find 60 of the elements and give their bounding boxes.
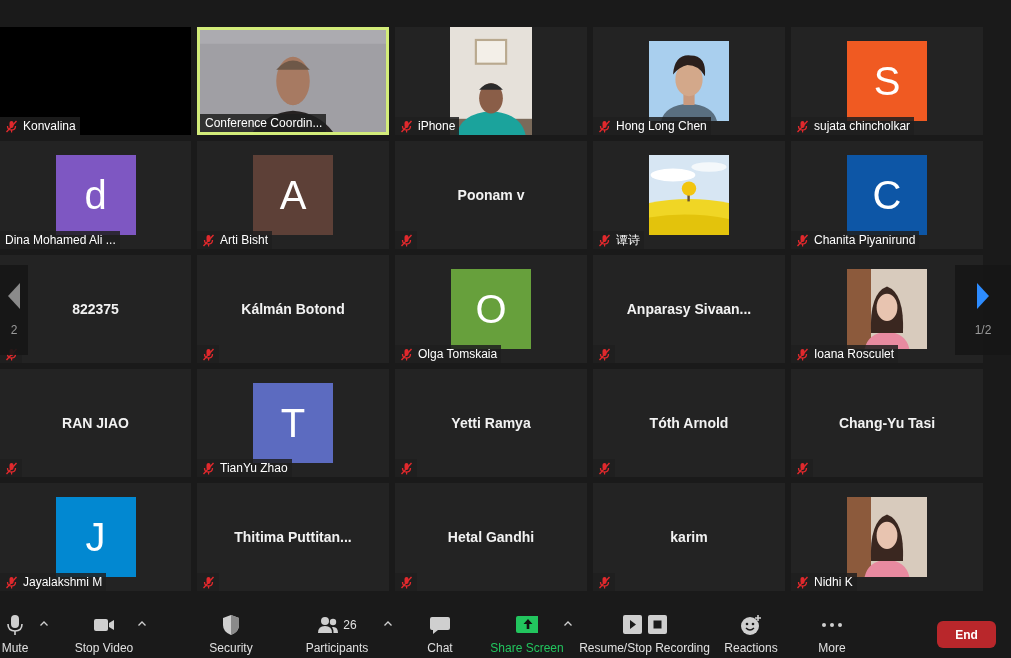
participant-name: Anparasy Sivaan...	[626, 301, 752, 317]
participant-count: 26	[343, 618, 357, 632]
participant-name: Ioana Rosculet	[814, 347, 895, 361]
caret-icon	[40, 620, 48, 626]
avatar-letter: A	[253, 155, 333, 235]
page-next-button[interactable]: 1/2	[955, 265, 1011, 355]
participant-name: RAN JIAO	[62, 415, 129, 431]
up-arrow-icon	[516, 614, 538, 636]
avatar-letter: C	[847, 155, 927, 235]
participant-name: Olga Tomskaia	[418, 347, 498, 361]
participant-name: Arti Bisht	[220, 233, 268, 247]
toolbar-button[interactable]: 26 Participants	[304, 600, 370, 656]
participant-name: Nidhi K	[814, 575, 853, 589]
speech-bubble-icon	[429, 614, 451, 636]
toolbar-button[interactable]: Share Screen	[492, 600, 562, 656]
shield-icon	[220, 614, 242, 636]
smiley-icon	[740, 614, 762, 636]
toolbar-button[interactable]: Resume/Stop Recording	[580, 600, 709, 656]
microphone-icon	[4, 614, 26, 636]
toolbar-button[interactable]: Chat	[421, 600, 459, 656]
participant-name: Jayalakshmi M	[23, 575, 103, 589]
participant-name: iPhone	[418, 119, 456, 133]
participant-name: Hetal Gandhi	[447, 529, 535, 545]
participant-name: Kálmán Botond	[241, 301, 345, 317]
caret-icon	[138, 620, 146, 626]
people-icon	[317, 614, 340, 636]
participant-name: Yetti Ramya	[451, 415, 531, 431]
participant-name: Konvalina	[23, 119, 76, 133]
play-stop-icon	[622, 614, 667, 636]
caret-icon	[384, 620, 392, 626]
participant-name: Dina Mohamed Ali ...	[5, 233, 116, 247]
end-button[interactable]: End	[937, 621, 996, 648]
participant-name: Chang-Yu Tasi	[838, 415, 936, 431]
participant-name: Poonam v	[457, 187, 525, 203]
participant-name: 822375	[72, 301, 119, 317]
toolbar-button[interactable]: Security	[206, 600, 256, 656]
avatar-letter: O	[451, 269, 531, 349]
avatar-letter: d	[55, 155, 136, 235]
toolbar-button[interactable]: Reactions	[724, 600, 778, 656]
participant-name: Tóth Arnold	[649, 415, 729, 431]
toolbar-button[interactable]: More	[810, 600, 854, 656]
participant-name: Hong Long Chen	[616, 119, 707, 133]
toolbar-button[interactable]: Mute	[0, 600, 30, 656]
participant-name: 谭诗	[616, 231, 640, 249]
avatar-letter: S	[847, 41, 927, 121]
participant-name: Chanita Piyanirund	[814, 233, 916, 247]
left-arrow-icon	[8, 283, 20, 309]
participant-name: Thitima Puttitan...	[234, 529, 352, 545]
participant-name: karim	[670, 529, 708, 545]
page-number: 2	[10, 323, 18, 337]
participant-name: Conference Coordin...	[205, 116, 323, 130]
caret-icon	[564, 620, 572, 626]
page-number: 1/2	[974, 323, 992, 337]
more-icon	[822, 623, 842, 627]
avatar-letter: J	[55, 497, 136, 577]
right-arrow-icon	[977, 283, 989, 309]
participant-name: sujata chincholkar	[814, 119, 911, 133]
participant-name: TianYu Zhao	[220, 461, 288, 475]
avatar-letter: T	[253, 383, 333, 463]
toolbar-button[interactable]: Stop Video	[72, 600, 136, 656]
